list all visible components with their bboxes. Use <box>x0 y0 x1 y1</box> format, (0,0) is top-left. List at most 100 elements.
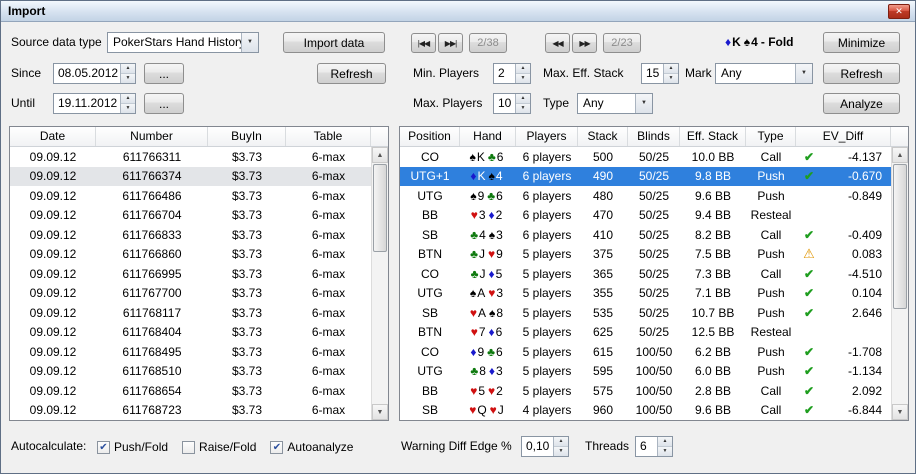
games-scroll-thumb[interactable] <box>373 164 387 252</box>
hands-table-scrollbar[interactable]: ▲ ▼ <box>891 147 908 420</box>
games-table-row[interactable]: 09.09.12611768723$3.736-max <box>10 401 371 421</box>
hands-table-row[interactable]: BTN♥7♦65 players62550/2512.5 BBResteal <box>400 323 891 343</box>
hands-table-row[interactable]: BTN♣J♥95 players37550/257.5 BBPush⚠0.083 <box>400 245 891 265</box>
games-table-row[interactable]: 09.09.12611766374$3.736-max <box>10 167 371 187</box>
min-players-field[interactable]: 2 ▲ ▼ <box>493 63 531 84</box>
hands-table-row[interactable]: SB♥Q♥J4 players960100/509.6 BBCall✔-6.84… <box>400 401 891 421</box>
games-table-row[interactable]: 09.09.12611768117$3.736-max <box>10 303 371 323</box>
hands-table-row[interactable]: UTG♠A♥35 players35550/257.1 BBPush✔0.104 <box>400 284 891 304</box>
analyze-button[interactable]: Analyze <box>823 93 900 114</box>
games-table-row[interactable]: 09.09.12611767700$3.736-max <box>10 284 371 304</box>
column-header-date[interactable]: Date <box>10 127 96 146</box>
hands-table-row[interactable]: BB♥3♦26 players47050/259.4 BBResteal <box>400 206 891 226</box>
hands-table-row[interactable]: BB♥5♥25 players575100/502.8 BBCall✔2.092 <box>400 381 891 401</box>
games-table-row[interactable]: 09.09.12611766704$3.736-max <box>10 206 371 226</box>
scroll-up-icon[interactable]: ▲ <box>372 147 388 163</box>
games-table-row[interactable]: 09.09.12611766995$3.736-max <box>10 264 371 284</box>
games-table-row[interactable]: 09.09.12611766486$3.736-max <box>10 186 371 206</box>
games-table-row[interactable]: 09.09.12611768654$3.736-max <box>10 381 371 401</box>
last-game-button[interactable]: ▶▶| <box>438 33 463 53</box>
games-table-row[interactable]: 09.09.12611766833$3.736-max <box>10 225 371 245</box>
column-header-position[interactable]: Position <box>400 127 460 146</box>
checkbox-box-raise-fold[interactable] <box>182 441 195 454</box>
mark-combo[interactable]: Any ▼ <box>715 63 813 84</box>
spin-up-icon[interactable]: ▲ <box>658 437 672 446</box>
spin-down-icon[interactable]: ▼ <box>658 446 672 456</box>
checkbox-raise-fold[interactable]: Raise/Fold <box>182 440 256 454</box>
games-table-scrollbar[interactable]: ▲ ▼ <box>371 147 388 420</box>
max-eff-stack-spinner[interactable]: ▲ ▼ <box>663 64 678 83</box>
games-table-body[interactable]: 09.09.12611766311$3.736-max09.09.1261176… <box>10 147 371 420</box>
column-header-number[interactable]: Number <box>96 127 208 146</box>
close-button[interactable]: ✕ <box>888 4 910 19</box>
since-date-spinner[interactable]: ▲ ▼ <box>120 64 135 83</box>
refresh-hands-button[interactable]: Refresh <box>823 63 900 84</box>
column-header-ev-diff[interactable]: EV_Diff <box>796 127 891 146</box>
hands-table-row[interactable]: SB♥A♠85 players53550/2510.7 BBPush✔2.646 <box>400 303 891 323</box>
spin-up-icon[interactable]: ▲ <box>516 64 530 73</box>
until-browse-button[interactable]: ... <box>144 93 184 114</box>
spin-up-icon[interactable]: ▲ <box>516 94 530 103</box>
hands-table-body[interactable]: CO♠K♣66 players50050/2510.0 BBCall✔-4.13… <box>400 147 891 420</box>
games-table-row[interactable]: 09.09.12611768404$3.736-max <box>10 323 371 343</box>
spin-down-icon[interactable]: ▼ <box>121 73 135 83</box>
hands-table-header[interactable]: PositionHandPlayersStackBlindsEff. Stack… <box>400 127 908 147</box>
spin-up-icon[interactable]: ▲ <box>121 94 135 103</box>
spin-up-icon[interactable]: ▲ <box>121 64 135 73</box>
checkbox-box-push-fold[interactable]: ✔ <box>97 441 110 454</box>
threads-field[interactable]: 6 ▲ ▼ <box>635 436 673 457</box>
games-table-row[interactable]: 09.09.12611766860$3.736-max <box>10 245 371 265</box>
min-players-spinner[interactable]: ▲ ▼ <box>515 64 530 83</box>
source-type-combo[interactable]: PokerStars Hand History ▼ <box>107 32 259 53</box>
hands-table-row[interactable]: CO♣J♦55 players36550/257.3 BBCall✔-4.510 <box>400 264 891 284</box>
type-combo[interactable]: Any ▼ <box>577 93 653 114</box>
next-hand-button[interactable]: ▶▶ <box>572 33 597 53</box>
column-header-type[interactable]: Type <box>746 127 796 146</box>
minimize-button[interactable]: Minimize <box>823 32 900 53</box>
column-header-players[interactable]: Players <box>516 127 578 146</box>
hands-table-row[interactable]: UTG+1♦K♠46 players49050/259.8 BBPush✔-0.… <box>400 167 891 187</box>
refresh-games-button[interactable]: Refresh <box>317 63 386 84</box>
hands-table-row[interactable]: UTG♣8♦35 players595100/506.0 BBPush✔-1.1… <box>400 362 891 382</box>
since-browse-button[interactable]: ... <box>144 63 184 84</box>
spin-down-icon[interactable]: ▼ <box>121 103 135 113</box>
column-header-eff-stack[interactable]: Eff. Stack <box>680 127 746 146</box>
spin-down-icon[interactable]: ▼ <box>516 103 530 113</box>
warning-diff-edge-field[interactable]: 0,10 ▲ ▼ <box>521 436 569 457</box>
max-eff-stack-field[interactable]: 15 ▲ ▼ <box>641 63 679 84</box>
titlebar[interactable]: Import <box>1 1 915 22</box>
until-date-field[interactable]: 19.11.2012 ▲ ▼ <box>53 93 136 114</box>
hands-table-row[interactable]: SB♣4♠36 players41050/258.2 BBCall✔-0.409 <box>400 225 891 245</box>
column-header-hand[interactable]: Hand <box>460 127 516 146</box>
checkbox-autoanalyze[interactable]: ✔Autoanalyze <box>270 440 353 454</box>
spin-down-icon[interactable]: ▼ <box>516 73 530 83</box>
max-players-spinner[interactable]: ▲ ▼ <box>515 94 530 113</box>
spin-down-icon[interactable]: ▼ <box>664 73 678 83</box>
column-header-stack[interactable]: Stack <box>578 127 628 146</box>
max-players-field[interactable]: 10 ▲ ▼ <box>493 93 531 114</box>
hands-scroll-thumb[interactable] <box>893 164 907 309</box>
games-table-row[interactable]: 09.09.12611768510$3.736-max <box>10 362 371 382</box>
since-date-field[interactable]: 08.05.2012 ▲ ▼ <box>53 63 136 84</box>
hands-table-row[interactable]: CO♠K♣66 players50050/2510.0 BBCall✔-4.13… <box>400 147 891 167</box>
checkbox-box-autoanalyze[interactable]: ✔ <box>270 441 283 454</box>
threads-spinner[interactable]: ▲ ▼ <box>657 437 672 456</box>
spin-up-icon[interactable]: ▲ <box>554 437 568 446</box>
scroll-down-icon[interactable]: ▼ <box>372 404 388 420</box>
prev-hand-button[interactable]: ◀◀ <box>545 33 570 53</box>
column-header-buyin[interactable]: BuyIn <box>208 127 286 146</box>
games-table-row[interactable]: 09.09.12611766311$3.736-max <box>10 147 371 167</box>
warning-diff-edge-spinner[interactable]: ▲ ▼ <box>553 437 568 456</box>
until-date-spinner[interactable]: ▲ ▼ <box>120 94 135 113</box>
hands-table-row[interactable]: UTG♠9♣66 players48050/259.6 BBPush-0.849 <box>400 186 891 206</box>
games-table-row[interactable]: 09.09.12611768495$3.736-max <box>10 342 371 362</box>
spin-down-icon[interactable]: ▼ <box>554 446 568 456</box>
first-game-button[interactable]: |◀◀ <box>411 33 436 53</box>
scroll-up-icon[interactable]: ▲ <box>892 147 908 163</box>
spin-up-icon[interactable]: ▲ <box>664 64 678 73</box>
column-header-blinds[interactable]: Blinds <box>628 127 680 146</box>
import-data-button[interactable]: Import data <box>283 32 385 53</box>
column-header-table[interactable]: Table <box>286 127 371 146</box>
checkbox-push-fold[interactable]: ✔Push/Fold <box>97 440 168 454</box>
games-table-header[interactable]: DateNumberBuyInTable <box>10 127 388 147</box>
